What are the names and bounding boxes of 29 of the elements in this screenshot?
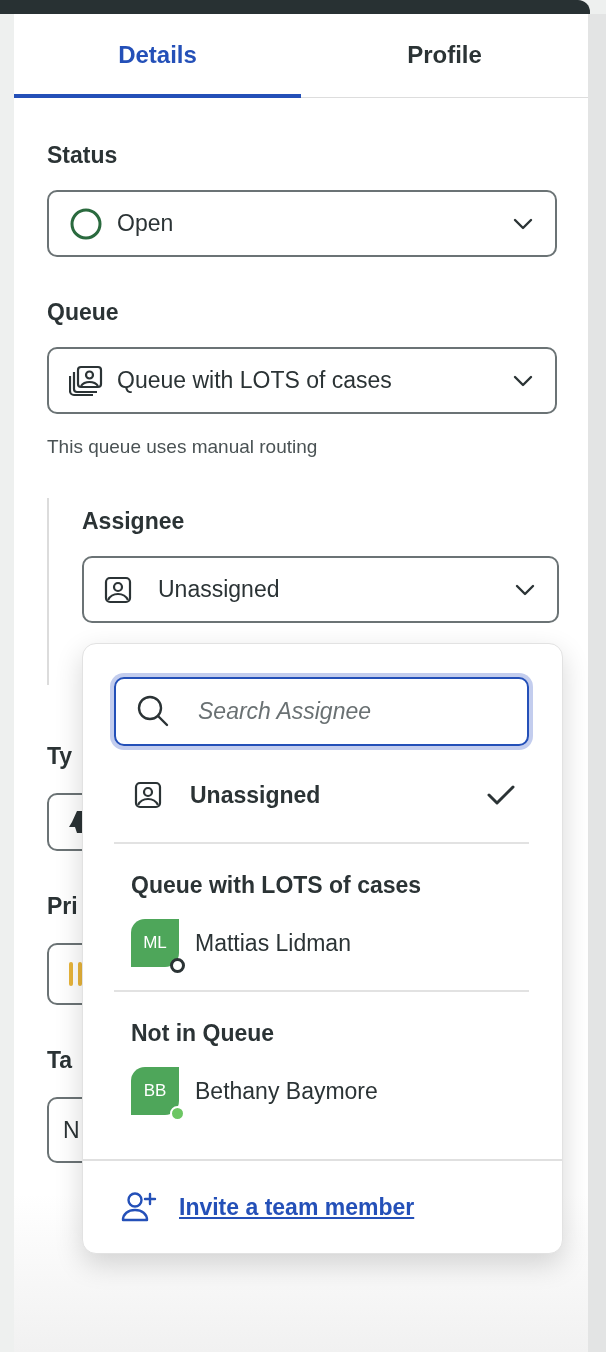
search-field[interactable]: Search Assignee [114, 677, 529, 746]
select-field[interactable]: Queue with LOTS of cases [47, 347, 557, 414]
tab[interactable]: Details [14, 14, 301, 98]
field-label: Pri [47, 892, 78, 921]
chevron-down-icon [513, 374, 533, 387]
chevron-down-icon [513, 217, 533, 230]
helper-text: This queue uses manual routing [47, 436, 319, 458]
contact-card-icon [134, 781, 162, 809]
select-field[interactable]: Unassigned [82, 556, 559, 623]
field-label: Ty [47, 742, 73, 771]
group-heading: Queue with LOTS of cases [131, 871, 423, 900]
field-label: Queue [47, 298, 120, 327]
bars-icon [69, 962, 83, 986]
circle-icon [69, 206, 103, 241]
field-value: N [63, 1116, 80, 1144]
member-name[interactable]: Mattias Lidman [195, 929, 351, 957]
contact-card-icon [104, 575, 132, 604]
stacked-cards-icon [69, 364, 103, 397]
add-person-icon [121, 1191, 157, 1223]
select-field[interactable]: Open [47, 190, 557, 257]
field-label: Assignee [82, 507, 186, 536]
menu-option[interactable]: Unassigned [114, 762, 529, 828]
field-label: Status [47, 141, 119, 170]
group-heading: Not in Queue [131, 1019, 276, 1048]
chevron-down-icon [515, 583, 535, 596]
member-name[interactable]: Bethany Baymore [195, 1077, 378, 1105]
invite-link[interactable]: Invite a team member [179, 1193, 415, 1221]
field-label: Ta [47, 1046, 73, 1075]
tab[interactable]: Profile [301, 14, 588, 98]
